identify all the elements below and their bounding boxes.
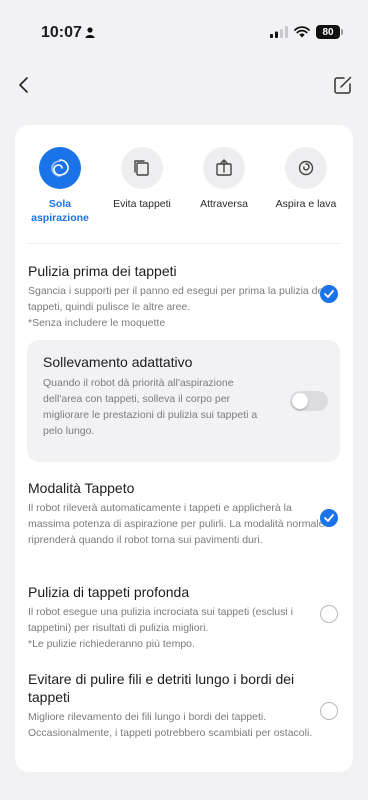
checkmark-icon bbox=[324, 514, 334, 522]
mode-attraversa[interactable]: Attraversa bbox=[183, 147, 265, 211]
person-icon bbox=[85, 27, 95, 38]
top-bar bbox=[0, 70, 368, 100]
carpet-settings-card: Sola aspirazione Evita tappeti Attravers… bbox=[15, 125, 353, 772]
mode-evita-tappeti[interactable]: Evita tappeti bbox=[101, 147, 183, 211]
cross-carpet-icon bbox=[216, 159, 232, 176]
mode-label: Evita tappeti bbox=[113, 198, 171, 210]
option-title: Modalità Tappeto bbox=[28, 480, 135, 496]
option-title: Pulizia prima dei tappeti bbox=[28, 263, 177, 279]
mode-aspira-e-lava[interactable]: Aspira e lava bbox=[265, 147, 347, 211]
cellular-signal-icon bbox=[270, 26, 288, 38]
option-description: Il robot esegue una pulizia incrociata s… bbox=[28, 604, 328, 652]
fili-radio[interactable] bbox=[320, 702, 338, 720]
status-time: 10:07 bbox=[41, 24, 82, 41]
cleaning-mode-selector: Sola aspirazione Evita tappeti Attravers… bbox=[15, 147, 353, 227]
option-desc-text: Il robot esegue una pulizia incrociata s… bbox=[28, 606, 293, 634]
option-evitare-fili[interactable]: Evitare di pulire fili e detriti lungo i… bbox=[28, 670, 328, 741]
option-title: Pulizia di tappeti profonda bbox=[28, 584, 190, 600]
profonda-radio[interactable] bbox=[320, 605, 338, 623]
mode-label: Sola aspirazione bbox=[31, 198, 89, 224]
mode-label: Aspira e lava bbox=[275, 198, 337, 210]
option-description: Il robot rileverà automaticamente i tapp… bbox=[28, 502, 325, 546]
toggle-knob bbox=[292, 393, 308, 409]
mode-sola-aspirazione[interactable]: Sola aspirazione bbox=[19, 147, 101, 225]
option-note: *Le pulizie richiederanno più tempo. bbox=[28, 638, 195, 650]
swirl-icon bbox=[51, 159, 69, 177]
battery-level: 80 bbox=[322, 26, 334, 38]
vacuum-mop-icon bbox=[298, 160, 314, 176]
modalita-tappeto-checkbox[interactable] bbox=[320, 509, 338, 527]
option-pulizia-prima-dei-tappeti[interactable]: Pulizia prima dei tappeti Sgancia i supp… bbox=[28, 262, 328, 331]
checkmark-icon bbox=[324, 290, 334, 298]
option-title: Sollevamento adattativo bbox=[43, 354, 193, 370]
carpet-avoid-icon bbox=[134, 160, 149, 176]
edit-icon[interactable] bbox=[332, 74, 354, 96]
option-description: Sgancia i supporti per il panno ed esegu… bbox=[28, 283, 328, 331]
battery-indicator: 80 bbox=[316, 25, 343, 39]
option-description: Migliore rilevamento dei fili lungo i bo… bbox=[28, 711, 313, 739]
divider bbox=[27, 243, 341, 244]
option-title: Evitare di pulire fili e detriti lungo i… bbox=[28, 671, 295, 705]
option-pulizia-tappeti-profonda[interactable]: Pulizia di tappeti profonda Il robot ese… bbox=[28, 583, 328, 652]
status-bar: 10:07 80 bbox=[0, 0, 368, 52]
pulizia-prima-checkbox[interactable] bbox=[320, 285, 338, 303]
wifi-icon bbox=[294, 26, 310, 38]
option-desc-text: Sgancia i supporti per il panno ed esegu… bbox=[28, 285, 326, 313]
mode-label: Attraversa bbox=[200, 198, 248, 210]
option-sollevamento-adattativo: Sollevamento adattativo Quando il robot … bbox=[27, 340, 340, 462]
back-arrow-icon[interactable] bbox=[14, 72, 38, 98]
option-description: Quando il robot dà priorità all'aspirazi… bbox=[43, 377, 258, 437]
option-modalita-tappeto[interactable]: Modalità Tappeto Il robot rileverà autom… bbox=[28, 479, 328, 548]
option-note: *Senza includere le moquette bbox=[28, 317, 166, 329]
sollevamento-toggle[interactable] bbox=[290, 391, 328, 411]
